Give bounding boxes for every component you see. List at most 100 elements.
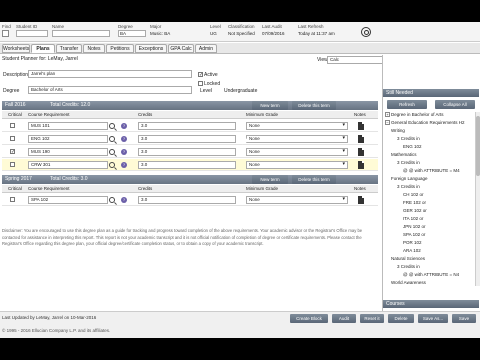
note-icon[interactable]	[358, 122, 364, 130]
help-icon[interactable]: ?	[121, 123, 127, 129]
tab-plans[interactable]: Plans	[31, 44, 55, 53]
note-icon[interactable]	[358, 161, 364, 169]
new-term-button[interactable]: New term	[252, 101, 288, 110]
tree-item: Mathematics	[391, 152, 417, 157]
tree-scrollbar[interactable]	[475, 112, 480, 286]
search-icon[interactable]	[109, 162, 115, 168]
collapse-all-button[interactable]: Collapse All	[435, 100, 475, 109]
note-icon[interactable]	[358, 148, 364, 156]
tree-item: Writing	[391, 128, 405, 133]
credits-field[interactable]: 3.0	[138, 122, 236, 130]
save-button[interactable]: Save	[452, 314, 476, 323]
help-icon[interactable]: ?	[121, 149, 127, 155]
create-block-button[interactable]: Create Block	[290, 314, 328, 323]
tree-item: ENG 102	[403, 144, 422, 149]
delete-term-button[interactable]: Delete this term	[292, 175, 336, 184]
name-field[interactable]	[52, 30, 110, 37]
locked-checkbox-row: Locked	[198, 81, 220, 87]
tab-worksheets[interactable]: Worksheets	[2, 44, 30, 53]
course-field[interactable]: CRW 301	[28, 161, 108, 169]
tab-admin[interactable]: Admin	[195, 44, 217, 53]
note-icon[interactable]	[358, 135, 364, 143]
tree-item-label: POR 102	[403, 240, 422, 245]
tab-transfer[interactable]: Transfer	[56, 44, 82, 53]
scrollbar-thumb[interactable]	[476, 116, 480, 176]
last-updated-text: Last Updated by LeMay, Jarrel on 10-Mar-…	[2, 315, 97, 320]
plan-degree-select[interactable]: Bachelor of Arts	[28, 86, 192, 94]
critical-checkbox[interactable]	[10, 136, 15, 141]
note-icon[interactable]	[358, 196, 364, 204]
col-credits: Credits	[138, 112, 153, 117]
tree-item: 3 Credits in	[397, 160, 420, 165]
min-grade-select[interactable]: None	[246, 122, 348, 130]
table-row: CRW 301 ? 3.0 None	[2, 159, 378, 171]
tree-item-label: Degree in Bachelor of Arts	[391, 112, 444, 117]
student-id-field[interactable]	[16, 30, 48, 37]
tree-item[interactable]: − General Education Requirements H2	[385, 120, 465, 126]
course-field[interactable]: ENG 102	[28, 135, 108, 143]
min-grade-select[interactable]: None	[246, 196, 348, 204]
screen: Find Student ID Name Degree BA Major Mus…	[0, 0, 480, 360]
active-checkbox[interactable]	[198, 72, 203, 78]
tree-item[interactable]: + Degree in Bachelor of Arts	[385, 112, 444, 118]
tab-exceptions[interactable]: Exceptions	[135, 44, 167, 53]
term-total-credits: Total Credits: 12.0	[50, 102, 91, 108]
save-as-button[interactable]: Save As...	[418, 314, 448, 323]
critical-checkbox[interactable]	[10, 162, 15, 167]
critical-checkbox[interactable]	[10, 123, 15, 128]
delete-button[interactable]: Delete	[388, 314, 414, 323]
search-icon[interactable]	[109, 123, 115, 129]
col-min-grade: Minimum Grade	[246, 186, 279, 191]
table-row: ENG 102 ? 3.0 None	[2, 133, 378, 145]
help-icon[interactable]: ?	[121, 136, 127, 142]
term-column-headers: Critical Course Requirement Credits Mini…	[2, 111, 378, 119]
tree-item-label: ARA 102	[403, 248, 421, 253]
collapse-icon[interactable]: −	[385, 120, 390, 126]
tree-item: World Awareness	[391, 280, 426, 285]
min-grade-select[interactable]: None	[246, 161, 348, 169]
description-field[interactable]: Jarrel's plan	[28, 70, 192, 78]
course-field[interactable]: SPA 102	[28, 196, 108, 204]
student-header: Find Student ID Name Degree BA Major Mus…	[0, 22, 480, 42]
audit-button[interactable]: Audit	[332, 314, 356, 323]
locked-checkbox[interactable]	[198, 81, 203, 87]
critical-checkbox[interactable]	[10, 149, 15, 154]
name-col: Name	[52, 24, 110, 37]
still-needed-panel: Still Needed Refresh Collapse All + Degre…	[382, 55, 480, 323]
new-term-button[interactable]: New term	[252, 175, 288, 184]
credits-field[interactable]: 3.0	[138, 196, 236, 204]
critical-checkbox[interactable]	[10, 197, 15, 202]
min-grade-select[interactable]: None	[246, 148, 348, 156]
delete-term-button[interactable]: Delete this term	[292, 101, 336, 110]
min-grade-select[interactable]: None	[246, 135, 348, 143]
search-icon[interactable]	[109, 197, 115, 203]
help-icon[interactable]: ?	[121, 197, 127, 203]
degree-select[interactable]: BA	[118, 30, 146, 37]
refresh-button[interactable]: Refresh	[387, 100, 427, 109]
help-icon[interactable]: ?	[121, 162, 127, 168]
tree-item-label: 3 Credits in	[397, 136, 420, 141]
tree-item: @ @ with ATTRIBUTE = N4	[403, 272, 459, 277]
credits-field[interactable]: 3.0	[138, 148, 236, 156]
copyright-text: © 1995 - 2016 Ellucian Company L.P. and …	[2, 328, 111, 333]
credits-field[interactable]: 3.0	[138, 135, 236, 143]
search-icon[interactable]	[109, 136, 115, 142]
expand-icon[interactable]: +	[385, 112, 390, 118]
tab-petitions[interactable]: Petitions	[106, 44, 134, 53]
course-field[interactable]: MUS 190	[28, 148, 108, 156]
plan-degree-label: Degree	[3, 88, 20, 94]
tab-notes[interactable]: Notes	[83, 44, 105, 53]
term-name: Spring 2017	[5, 176, 32, 182]
course-field[interactable]: MUS 101	[28, 122, 108, 130]
still-needed-header: Still Needed	[383, 89, 479, 97]
tree-item: ITA 102 or	[403, 216, 423, 221]
reset-button[interactable]: Reset it	[360, 314, 384, 323]
find-icon[interactable]	[2, 30, 9, 37]
credits-field[interactable]: 3.0	[138, 161, 236, 169]
view-select[interactable]: Calc	[327, 56, 387, 64]
plan-level-value: Undergraduate	[224, 88, 258, 94]
tab-gpa-calc[interactable]: GPA Calc	[168, 44, 194, 53]
col-credits: Credits	[138, 186, 153, 191]
search-icon[interactable]	[109, 149, 115, 155]
level-value: UG	[210, 31, 217, 36]
